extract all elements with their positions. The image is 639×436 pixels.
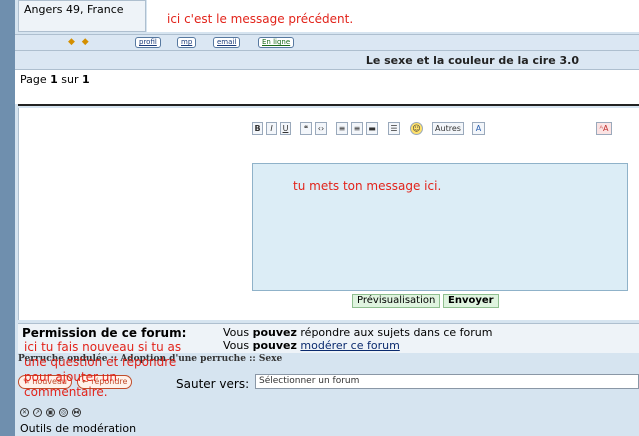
forum-jump-select[interactable]: Sélectionner un forum: [255, 374, 639, 389]
annotation-new-reply: ici tu fais nouveau si tu as une questio…: [24, 340, 182, 399]
color-picker-icon[interactable]: A: [472, 122, 485, 135]
topic-title-bar: Le sexe et la couleur de la cire 3.0: [15, 51, 639, 70]
moderate-forum-link[interactable]: modérer ce forum: [300, 339, 399, 352]
left-border-stripe: [0, 0, 15, 436]
topic-title: Le sexe et la couleur de la cire 3.0: [365, 54, 579, 67]
permissions-label: Permission de ce forum:: [22, 326, 187, 340]
forum-main: Angers 49, France ici c'est le message p…: [15, 0, 639, 436]
pagination-prefix: Page: [20, 73, 51, 86]
bold-button[interactable]: B: [252, 122, 263, 135]
pagination-total: 1: [82, 73, 90, 86]
delete-topic-icon[interactable]: ✕: [20, 408, 29, 417]
pagination-row: Page 1 sur 1: [15, 70, 639, 104]
previous-post-row: Angers 49, France ici c'est le message p…: [15, 0, 639, 34]
pagination-current: 1: [50, 73, 58, 86]
previous-post-body: ici c'est le message précédent.: [147, 0, 639, 32]
message-textarea[interactable]: tu mets ton message ici.: [252, 163, 628, 291]
permission-moderate: Vous pouvez modérer ce forum: [223, 339, 400, 352]
permission-reply: Vous pouvez répondre aux sujets dans ce …: [223, 326, 493, 339]
permission-reply-prefix: Vous: [223, 326, 253, 339]
poster-location: Angers 49, France: [18, 0, 146, 32]
pagination-middle: sur: [57, 73, 83, 86]
italic-button[interactable]: I: [266, 122, 277, 135]
permission-moderate-prefix: Vous: [223, 339, 253, 352]
pagination: Page 1 sur 1: [20, 73, 90, 86]
underline-button[interactable]: U: [280, 122, 291, 135]
annotation-message-here: tu mets ton message ici.: [293, 179, 442, 193]
font-size-icon[interactable]: ᴬA: [596, 122, 612, 135]
separator-line: [18, 104, 639, 106]
permission-reply-verb: pouvez: [252, 326, 297, 339]
image-icon[interactable]: ▬: [366, 122, 378, 135]
move-topic-icon[interactable]: ↗: [33, 408, 42, 417]
online-status-button[interactable]: En ligne: [258, 37, 295, 48]
list-icon[interactable]: ☰: [388, 122, 400, 135]
permission-moderate-verb: pouvez: [252, 339, 297, 352]
post-buttons-row: ◆ ◆ profil mp email En ligne: [15, 34, 639, 51]
profile-button[interactable]: profil: [135, 37, 161, 48]
code-icon[interactable]: ‹›: [315, 122, 327, 135]
smiley-icon[interactable]: ☺: [410, 122, 423, 135]
more-button[interactable]: Autres: [432, 122, 464, 135]
preview-button[interactable]: Prévisualisation: [352, 294, 441, 308]
email-button[interactable]: email: [213, 37, 241, 48]
annotation-previous-message: ici c'est le message précédent.: [167, 12, 354, 26]
permission-reply-text: répondre aux sujets dans ce forum: [296, 326, 493, 339]
split-topic-icon[interactable]: ◎: [59, 408, 68, 417]
send-button[interactable]: Envoyer: [443, 294, 499, 308]
pm-button[interactable]: mp: [177, 37, 197, 48]
align-center-icon[interactable]: ≡: [351, 122, 363, 135]
quick-reply-editor: B I U ❝ ‹› ≡ ≡ ▬ ☰ ☺ Autres A ᴬA tu mets…: [18, 108, 639, 320]
moderation-tools-label: Outils de modération: [20, 422, 137, 435]
quote-icon[interactable]: ❝: [300, 122, 312, 135]
merge-topic-icon[interactable]: ⧓: [72, 408, 81, 417]
lock-topic-icon[interactable]: ▣: [46, 408, 55, 417]
align-left-icon[interactable]: ≡: [336, 122, 348, 135]
rank-stars-icon: ◆ ◆: [68, 37, 91, 47]
